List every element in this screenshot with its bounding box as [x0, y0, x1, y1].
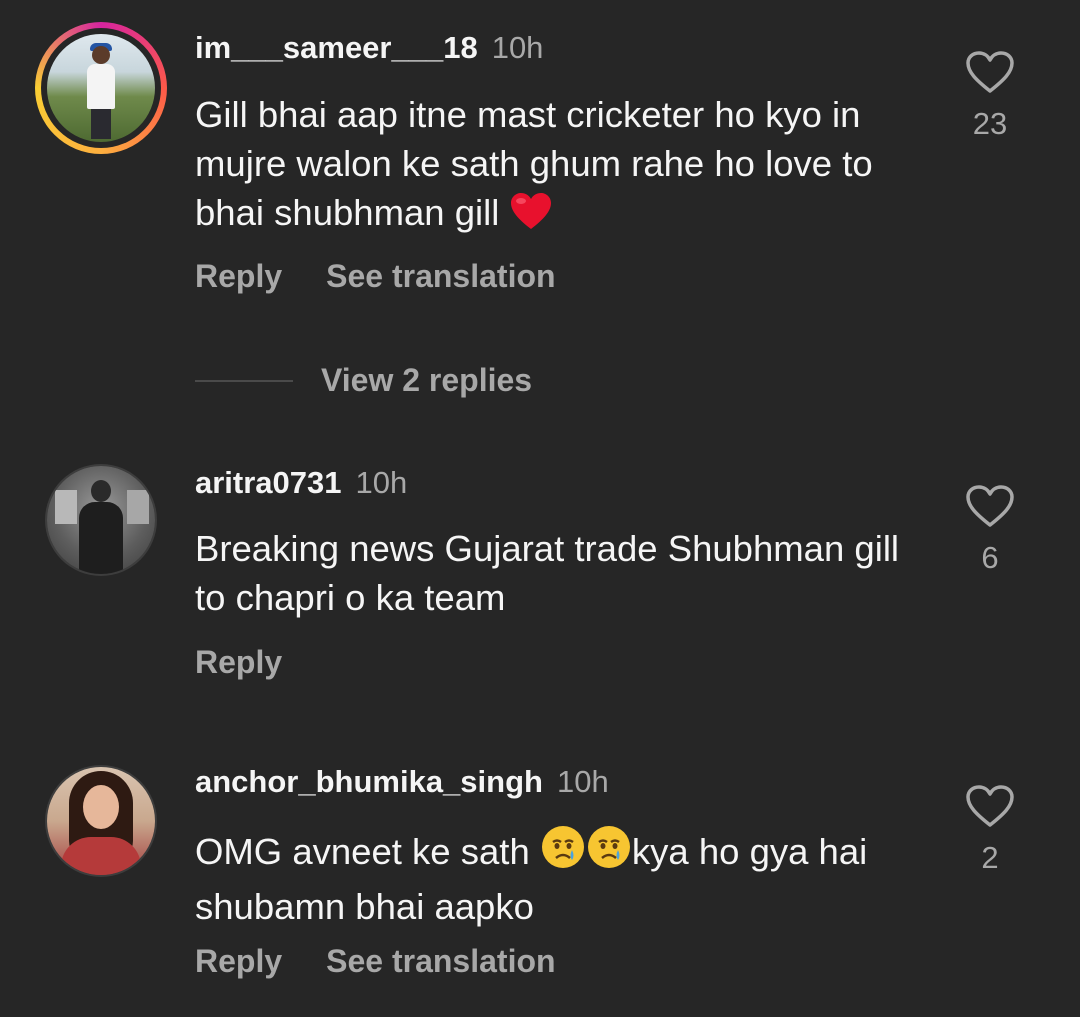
comment-actions: Reply [195, 644, 326, 681]
comment-timestamp: 10h [556, 764, 609, 799]
view-replies-button[interactable]: View 2 replies [195, 362, 532, 399]
comment-text: OMG avneet ke sath kya ho gya hai shubam… [195, 824, 915, 931]
reply-button[interactable]: Reply [195, 258, 282, 294]
heart-outline-icon[interactable] [965, 50, 1015, 94]
comment-username[interactable]: aritra0731 10h [195, 465, 407, 501]
replies-divider [195, 379, 293, 382]
reply-button[interactable]: Reply [195, 644, 282, 680]
username-text[interactable]: aritra0731 [195, 465, 342, 500]
comment-username[interactable]: im___sameer___18 10h [195, 30, 543, 66]
comment-actions: Reply See translation [195, 258, 600, 295]
username-text[interactable]: im___sameer___18 [195, 30, 478, 65]
see-translation-button[interactable]: See translation [326, 258, 555, 294]
red-heart-icon [510, 193, 552, 243]
view-replies-label[interactable]: View 2 replies [321, 362, 532, 399]
comment-timestamp: 10h [491, 30, 544, 65]
comment-body: Breaking news Gujarat trade Shubhman gil… [195, 528, 900, 618]
like-control: 23 [962, 50, 1018, 142]
like-control: 6 [962, 484, 1018, 576]
like-count: 6 [981, 540, 999, 575]
comment-text: Gill bhai aap itne mast cricketer ho kyo… [195, 90, 915, 243]
like-count: 23 [972, 106, 1008, 141]
crying-face-icon [586, 824, 632, 882]
heart-outline-icon[interactable] [965, 484, 1015, 528]
comment-username[interactable]: anchor_bhumika_singh 10h [195, 764, 609, 800]
username-text[interactable]: anchor_bhumika_singh [195, 764, 543, 799]
avatar[interactable] [47, 34, 155, 142]
reply-button[interactable]: Reply [195, 943, 282, 979]
avatar[interactable] [47, 466, 155, 574]
comment-body-start: OMG avneet ke sath [195, 831, 540, 872]
heart-outline-icon[interactable] [965, 784, 1015, 828]
comment-actions: Reply See translation [195, 943, 600, 980]
see-translation-button[interactable]: See translation [326, 943, 555, 979]
avatar-story-ring[interactable] [35, 22, 167, 154]
comment-timestamp: 10h [355, 465, 408, 500]
avatar[interactable] [47, 767, 155, 875]
like-control: 2 [962, 784, 1018, 876]
comment-text: Breaking news Gujarat trade Shubhman gil… [195, 524, 915, 622]
crying-face-icon [540, 824, 586, 882]
like-count: 2 [981, 840, 999, 875]
